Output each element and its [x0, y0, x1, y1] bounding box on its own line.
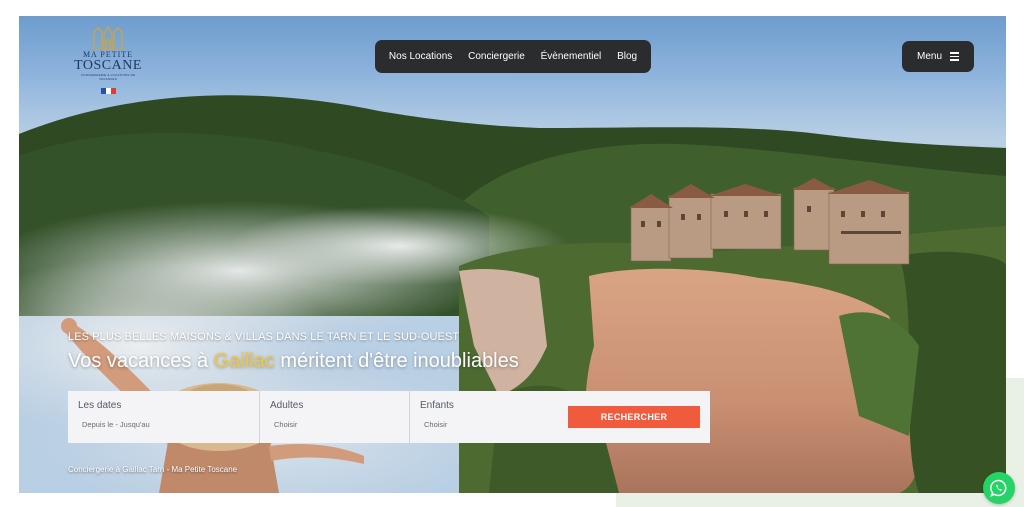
whatsapp-button[interactable]: [983, 472, 1015, 504]
hero-headline: Vos vacances à Gaillac méritent d'être i…: [68, 350, 519, 373]
search-button-wrap: RECHERCHER: [558, 391, 710, 443]
children-field[interactable]: Enfants Choisir: [410, 391, 558, 443]
nav-item-blog[interactable]: Blog: [617, 51, 637, 62]
search-bar: Les dates Depuis le - Jusqu'au Adultes C…: [68, 391, 710, 443]
dates-value: Depuis le - Jusqu'au: [82, 420, 150, 429]
adults-value: Choisir: [274, 420, 298, 429]
hero-caption: Conciergerie à Gaillac Tarn - Ma Petite …: [68, 465, 238, 474]
headline-post: méritent d'être inoubliables: [274, 350, 519, 372]
castle-logo-icon: [92, 25, 124, 50]
hero-banner: MA PETITE TOSCANE CONCIERGERIE & LOCATIO…: [19, 16, 1006, 493]
adults-field[interactable]: Adultes Choisir: [260, 391, 410, 443]
dates-label: Les dates: [78, 400, 122, 411]
main-navigation: Nos Locations Conciergerie Évènementiel …: [375, 40, 651, 73]
nav-item-evenementiel[interactable]: Évènementiel: [541, 51, 602, 62]
adults-label: Adultes: [270, 400, 304, 411]
headline-pre: Vos vacances à: [68, 350, 214, 372]
hamburger-icon: [950, 50, 959, 63]
nav-item-conciergerie[interactable]: Conciergerie: [468, 51, 525, 62]
headline-highlight: Gaillac: [213, 350, 275, 372]
nav-item-nos-locations[interactable]: Nos Locations: [389, 51, 452, 62]
menu-label: Menu: [916, 51, 942, 62]
children-value: Choisir: [424, 420, 448, 429]
dates-field[interactable]: Les dates Depuis le - Jusqu'au: [68, 391, 260, 443]
french-flag-icon: [100, 88, 116, 94]
children-label: Enfants: [420, 400, 454, 411]
hero-kicker: LES PLUS BELLES MAISONS & VILLAS DANS LE…: [68, 331, 460, 343]
whatsapp-icon: [990, 479, 1007, 497]
logo-tagline: CONCIERGERIE & LOCATIONS DE VACANCES: [80, 73, 136, 81]
menu-button[interactable]: Menu: [902, 41, 974, 72]
search-button[interactable]: RECHERCHER: [568, 406, 700, 428]
logo-line2: TOSCANE: [74, 58, 142, 73]
brand-logo[interactable]: MA PETITE TOSCANE CONCIERGERIE & LOCATIO…: [73, 24, 143, 96]
